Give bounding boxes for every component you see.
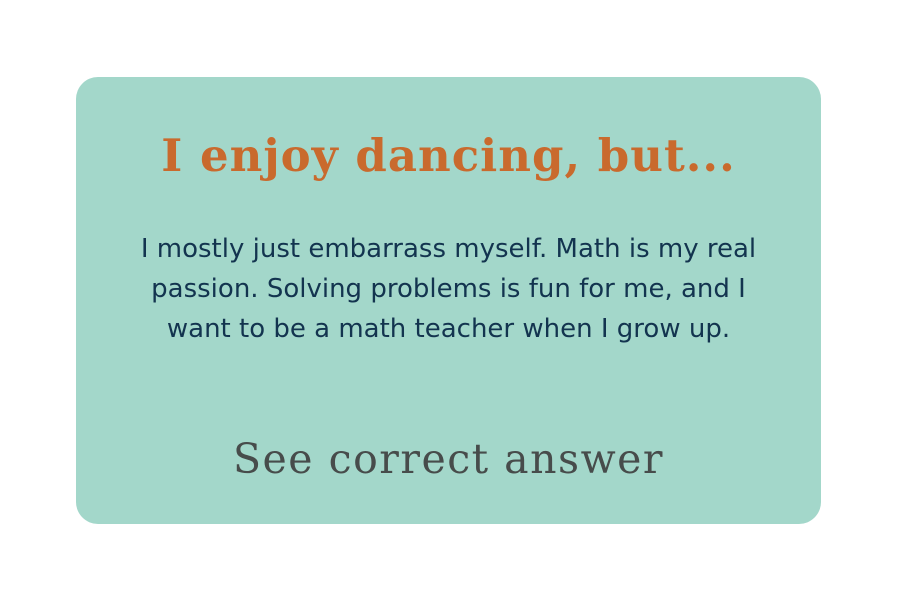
- flash-card: I enjoy dancing, but... I mostly just em…: [76, 77, 821, 524]
- see-correct-answer-button[interactable]: See correct answer: [76, 433, 821, 485]
- card-title: I enjoy dancing, but...: [161, 129, 736, 182]
- card-body-text: I mostly just embarrass myself. Math is …: [140, 234, 757, 344]
